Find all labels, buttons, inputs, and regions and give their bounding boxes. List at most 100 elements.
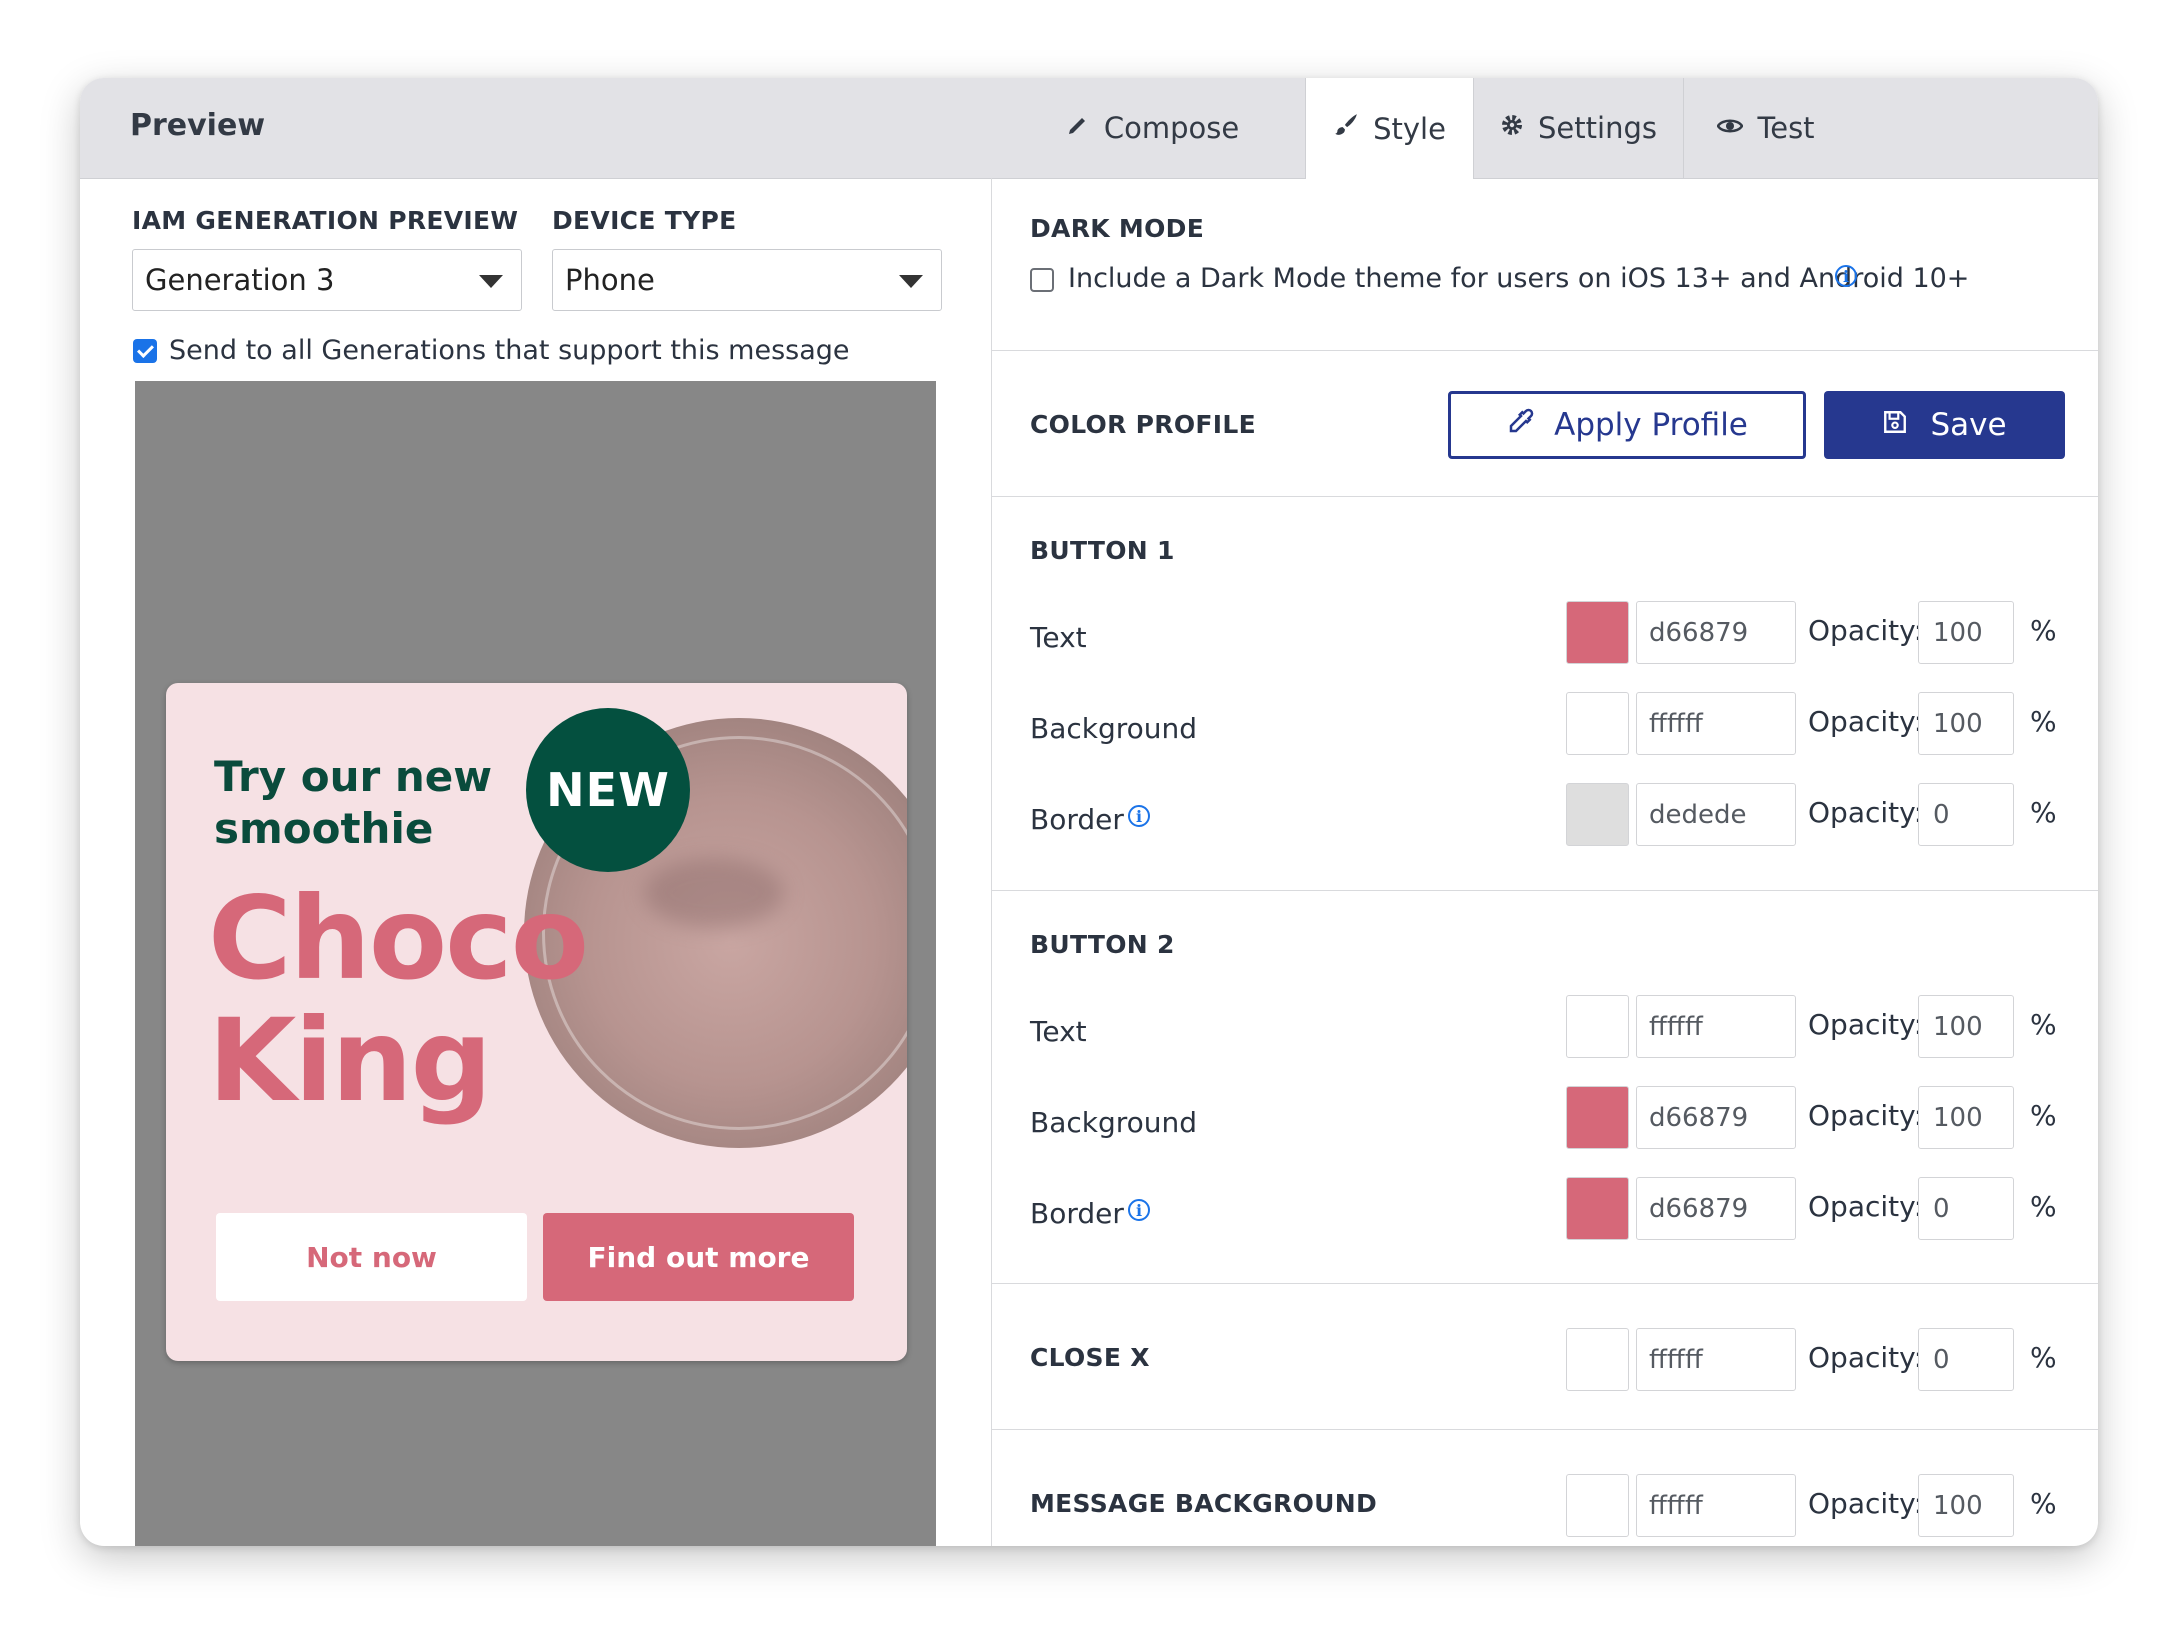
tab-style-label: Style [1373, 111, 1446, 146]
message-headline: Try our new smoothie [214, 752, 493, 853]
button2-background-hex-input[interactable]: d66879 [1636, 1086, 1796, 1149]
tab-compose[interactable]: Compose [1000, 78, 1305, 178]
close-x-opacity-input[interactable]: 0 [1918, 1328, 2014, 1391]
button1-text-swatch[interactable] [1566, 601, 1629, 664]
button1-text-opacity-input[interactable]: 100 [1918, 601, 2014, 664]
section-divider [992, 1429, 2098, 1430]
percent-label: % [2030, 1099, 2057, 1132]
opacity-label: Opacity: [1808, 1008, 1924, 1041]
apply-profile-label: Apply Profile [1554, 407, 1748, 443]
new-badge: NEW [526, 708, 690, 872]
tab-test-label: Test [1757, 111, 1815, 145]
percent-label: % [2030, 614, 2057, 647]
info-icon[interactable]: i [1128, 1199, 1150, 1221]
info-icon[interactable]: i [1128, 805, 1150, 827]
tab-settings-label: Settings [1538, 111, 1657, 145]
section-divider [992, 350, 2098, 351]
button2-border-swatch[interactable] [1566, 1177, 1629, 1240]
button2-text-swatch[interactable] [1566, 995, 1629, 1058]
button1-border-hex-input[interactable]: dedede [1636, 783, 1796, 846]
button2-border-opacity-input[interactable]: 0 [1918, 1177, 2014, 1240]
close-x-title: CLOSE X [1030, 1343, 1150, 1372]
brush-icon [1333, 112, 1359, 145]
section-divider [992, 890, 2098, 891]
opacity-label: Opacity: [1808, 796, 1924, 829]
find-out-more-button[interactable]: Find out more [543, 1213, 854, 1301]
message-background-swatch[interactable] [1566, 1474, 1629, 1537]
button2-background-swatch[interactable] [1566, 1086, 1629, 1149]
button2-border-hex-input[interactable]: d66879 [1636, 1177, 1796, 1240]
message-background-opacity-input[interactable]: 100 [1918, 1474, 2014, 1537]
opacity-label: Opacity: [1808, 1487, 1924, 1520]
chevron-down-icon [479, 275, 503, 288]
apply-profile-button[interactable]: Apply Profile [1448, 391, 1806, 459]
button2-background-label: Background [1030, 1106, 1198, 1139]
floppy-disk-icon [1882, 407, 1908, 443]
opacity-label: Opacity: [1808, 705, 1924, 738]
tab-settings[interactable]: Settings [1474, 78, 1683, 178]
brand-line-1: Choco [208, 872, 589, 1005]
button1-background-opacity-input[interactable]: 100 [1918, 692, 2014, 755]
chevron-down-icon [899, 275, 923, 288]
opacity-label: Opacity: [1808, 614, 1924, 647]
button2-border-label: Border [1030, 1197, 1124, 1230]
brand-name: Choco King [208, 872, 589, 1127]
button2-text-label: Text [1030, 1015, 1087, 1048]
style-editor-window: Preview Compose Style Settings Test IAM … [80, 78, 2098, 1546]
button2-title: BUTTON 2 [1030, 930, 1175, 959]
percent-label: % [2030, 1341, 2057, 1374]
top-bar: Preview Compose Style Settings Test [80, 78, 2098, 179]
color-profile-title: COLOR PROFILE [1030, 410, 1256, 439]
phone-preview: NEW Try our new smoothie Choco King Not … [135, 381, 936, 1546]
button1-title: BUTTON 1 [1030, 536, 1175, 565]
save-button[interactable]: Save [1824, 391, 2065, 459]
send-all-checkbox[interactable] [133, 339, 157, 363]
generation-label: IAM GENERATION PREVIEW [132, 206, 519, 235]
message-background-hex-input[interactable]: ffffff [1636, 1474, 1796, 1537]
brand-line-2: King [208, 994, 492, 1127]
button2-text-opacity-input[interactable]: 100 [1918, 995, 2014, 1058]
button2-background-opacity-input[interactable]: 100 [1918, 1086, 2014, 1149]
close-x-swatch[interactable] [1566, 1328, 1629, 1391]
section-divider [992, 496, 2098, 497]
percent-label: % [2030, 1487, 2057, 1520]
opacity-label: Opacity: [1808, 1341, 1924, 1374]
save-label: Save [1930, 407, 2007, 443]
button1-border-opacity-input[interactable]: 0 [1918, 783, 2014, 846]
generation-select[interactable]: Generation 3 [132, 249, 522, 311]
dark-mode-checkbox[interactable] [1030, 268, 1054, 292]
device-type-select[interactable]: Phone [552, 249, 942, 311]
percent-label: % [2030, 796, 2057, 829]
in-app-message-card: NEW Try our new smoothie Choco King Not … [166, 683, 907, 1361]
percent-label: % [2030, 1190, 2057, 1223]
button2-text-hex-input[interactable]: ffffff [1636, 995, 1796, 1058]
tab-test[interactable]: Test [1683, 78, 1848, 178]
device-type-label: DEVICE TYPE [552, 206, 737, 235]
preview-title: Preview [130, 108, 266, 143]
button1-border-label: Border [1030, 803, 1124, 836]
tab-style[interactable]: Style [1305, 78, 1474, 179]
message-background-title: MESSAGE BACKGROUND [1030, 1489, 1378, 1518]
close-x-hex-input[interactable]: ffffff [1636, 1328, 1796, 1391]
info-icon[interactable]: i [1835, 265, 1857, 287]
device-type-value: Phone [565, 263, 655, 297]
button1-background-hex-input[interactable]: ffffff [1636, 692, 1796, 755]
opacity-label: Opacity: [1808, 1190, 1924, 1223]
not-now-button[interactable]: Not now [216, 1213, 527, 1301]
button1-background-label: Background [1030, 712, 1198, 745]
eyedropper-icon [1506, 406, 1536, 444]
percent-label: % [2030, 705, 2057, 738]
section-divider [992, 1283, 2098, 1284]
button1-text-label: Text [1030, 621, 1087, 654]
tab-compose-label: Compose [1103, 111, 1240, 145]
button1-background-swatch[interactable] [1566, 692, 1629, 755]
opacity-label: Opacity: [1808, 1099, 1924, 1132]
percent-label: % [2030, 1008, 2057, 1041]
gear-icon [1500, 113, 1524, 144]
generation-value: Generation 3 [145, 263, 335, 297]
button1-border-swatch[interactable] [1566, 783, 1629, 846]
send-all-label: Send to all Generations that support thi… [169, 335, 850, 366]
eye-icon [1716, 113, 1744, 143]
pencil-icon [1066, 113, 1090, 144]
button1-text-hex-input[interactable]: d66879 [1636, 601, 1796, 664]
